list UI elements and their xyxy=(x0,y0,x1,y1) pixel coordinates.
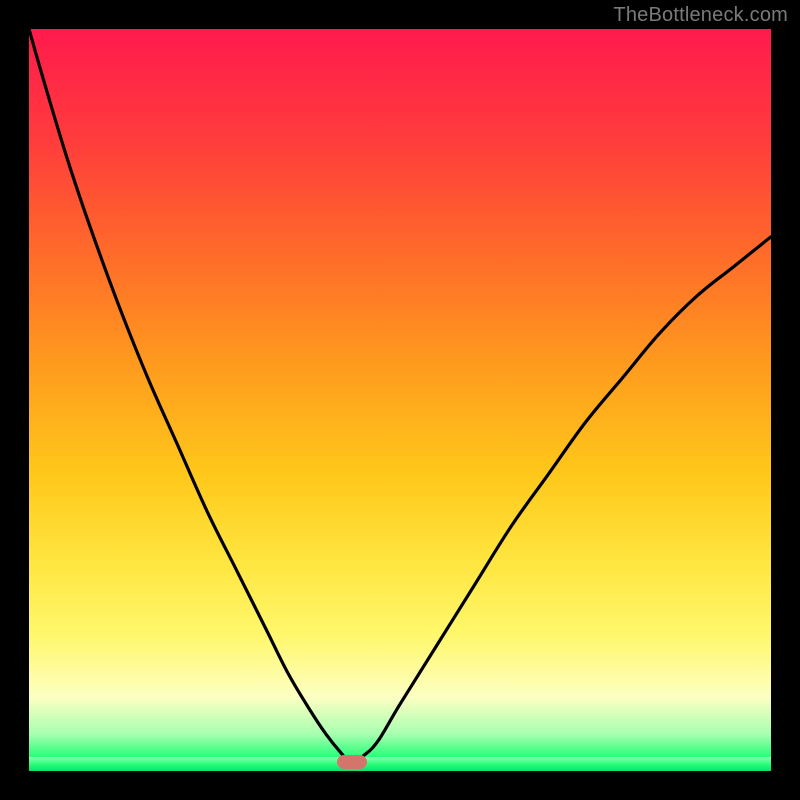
optimal-marker xyxy=(337,755,367,769)
chart-frame: TheBottleneck.com xyxy=(0,0,800,800)
plot-area xyxy=(29,29,771,771)
bottleneck-curve xyxy=(29,29,771,771)
watermark-text: TheBottleneck.com xyxy=(613,4,788,27)
